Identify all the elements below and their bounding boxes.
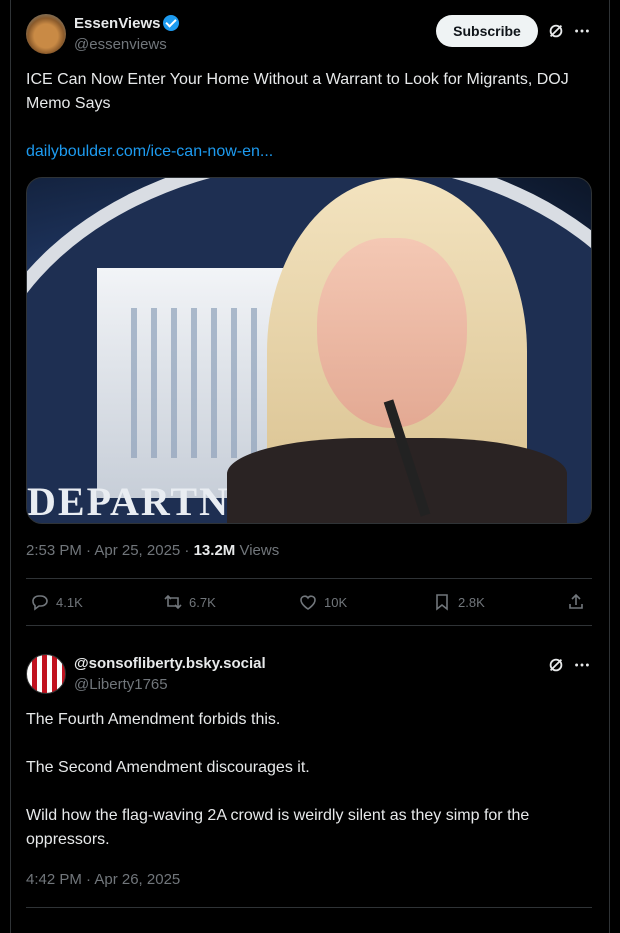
views-count: 13.2M — [193, 542, 236, 559]
more-icon[interactable] — [572, 21, 592, 41]
reply-text-line: Wild how the flag-waving 2A crowd is wei… — [26, 807, 530, 848]
post-timestamp[interactable]: 2:53 PM · Apr 25, 2025 · 13.2M Views — [26, 542, 279, 559]
post-link[interactable]: dailyboulder.com/ice-can-now-en... — [26, 140, 273, 164]
subscribe-button[interactable]: Subscribe — [436, 15, 538, 47]
repost-button[interactable]: 6.7K — [163, 592, 216, 612]
reply-text-line: The Second Amendment discourages it. — [26, 759, 310, 776]
grok-icon[interactable] — [546, 21, 566, 41]
divider — [26, 907, 592, 908]
post-image[interactable]: DEPARTN — [26, 177, 592, 524]
repost-icon — [164, 594, 182, 610]
views-label: Views — [235, 542, 280, 559]
reply-author-name[interactable]: @sonsofliberty.bsky.social — [74, 655, 266, 672]
like-count: 10K — [324, 594, 348, 610]
reply-icon — [32, 595, 48, 611]
post-time[interactable]: 2:53 PM · Apr 25, 2025 · — [26, 542, 194, 559]
share-icon — [569, 593, 583, 609]
divider — [26, 625, 592, 626]
seal-text: DEPARTN — [27, 479, 230, 524]
bookmark-button[interactable]: 2.8K — [432, 592, 485, 612]
heart-icon — [300, 595, 316, 610]
author-name-text[interactable]: EssenViews — [74, 15, 160, 32]
reply-author-handle[interactable]: @Liberty1765 — [74, 676, 168, 693]
more-icon[interactable] — [572, 655, 592, 675]
reply-text-line: The Fourth Amendment forbids this. — [26, 711, 281, 728]
author-avatar[interactable] — [26, 14, 66, 54]
like-button[interactable]: 10K — [298, 592, 347, 612]
verified-badge-icon — [163, 15, 180, 31]
post-text: ICE Can Now Enter Your Home Without a Wa… — [26, 71, 569, 112]
divider — [26, 578, 592, 579]
repost-count: 6.7K — [189, 594, 216, 610]
speaker-jacket — [227, 438, 567, 523]
reply-count: 4.1K — [56, 594, 83, 610]
reply-timestamp[interactable]: 4:42 PM · Apr 26, 2025 — [26, 871, 180, 888]
reply-button[interactable]: 4.1K — [30, 592, 83, 612]
speaker-figure — [227, 178, 567, 523]
bookmark-count: 2.8K — [458, 594, 485, 610]
author-name[interactable]: EssenViews — [74, 15, 180, 32]
author-handle[interactable]: @essenviews — [74, 36, 167, 53]
bookmark-icon — [436, 594, 448, 611]
grok-icon[interactable] — [546, 655, 566, 675]
share-button[interactable] — [566, 592, 586, 612]
reply-author-avatar[interactable] — [26, 654, 66, 694]
